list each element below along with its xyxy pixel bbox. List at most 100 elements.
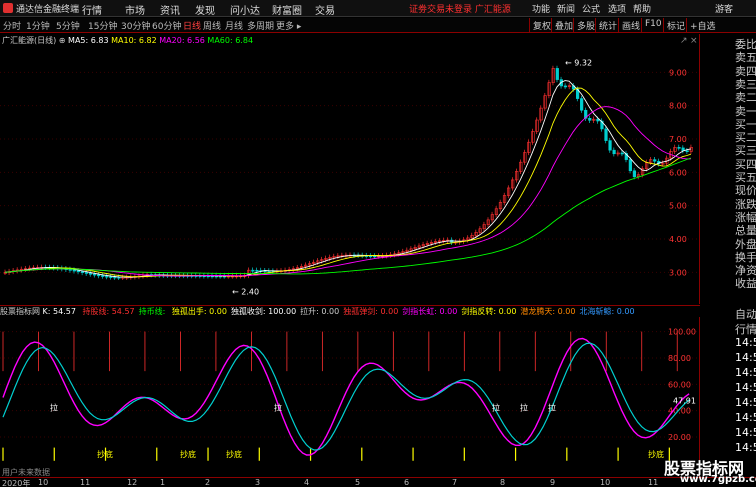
date-label: 11 (80, 478, 91, 487)
date-label: 11 (648, 478, 659, 487)
ma20-value: MA20: 6.56 (159, 36, 205, 45)
indicator-name[interactable]: 股票指标网 (0, 307, 40, 316)
candle-body (563, 85, 568, 88)
tool-draw[interactable]: 画线 (618, 18, 643, 32)
period-tick[interactable]: 分时 (3, 19, 21, 32)
candle-body (555, 68, 559, 80)
period-monthly[interactable]: 月线 (225, 19, 243, 32)
menu-functions[interactable]: 功能 (532, 2, 550, 15)
panel-expand-icon[interactable]: ↗ (680, 36, 688, 46)
period-1min[interactable]: 1分钟 (26, 19, 50, 32)
ma-settings-icon[interactable]: ⊕ (59, 36, 66, 45)
date-label: 12 (127, 478, 138, 487)
period-15min[interactable]: 15分钟 (88, 19, 117, 32)
period-30min[interactable]: 30分钟 (121, 19, 150, 32)
bottom-mark: 抄底 (226, 449, 242, 459)
high-annotation: ← 9.32 (565, 59, 592, 68)
date-label: 8 (500, 478, 506, 487)
indicator-line-2: 独孤出手: 0.00 (171, 307, 227, 316)
candle-body (620, 152, 624, 155)
indicator-k: K: 54.57 (42, 307, 76, 316)
bottom-mark: 抄底 (648, 449, 664, 459)
indicator-panel[interactable]: 100.00 80.00 60.00 40.00 20.00 抄底 抄底 抄底 抄底 拉 拉 拉 拉 拉 4… (0, 317, 700, 477)
indicator-line-0: 持股线: 54.57 (82, 307, 135, 316)
date-axis: 2020年 10 11 12 1 2 3 4 5 6 7 8 9 10 11 (0, 477, 756, 487)
sidebar-tick-3: 14:5 (735, 351, 756, 364)
candle-body (628, 159, 632, 172)
menu-newsfeed[interactable]: 新闻 (557, 2, 575, 15)
menu-options[interactable]: 选项 (608, 2, 626, 15)
date-label: 4 (304, 478, 310, 487)
price-tick-label: 9.00 (669, 68, 687, 77)
price-tick-label: 3.00 (669, 268, 687, 277)
menu-formula[interactable]: 公式 (582, 2, 600, 15)
tool-f10[interactable]: F10 (641, 18, 665, 32)
panel-close-icon[interactable]: × (690, 36, 698, 46)
menu-trade[interactable]: 交易 (315, 2, 335, 17)
pull-mark: 拉 (50, 403, 58, 413)
indicator-line-6: 剑指长虹: 0.00 (402, 307, 458, 316)
period-multi[interactable]: 多周期 (247, 19, 274, 32)
candle-body (632, 170, 637, 177)
period-more[interactable]: 更多 ▸ (276, 19, 301, 32)
tool-add-favorite[interactable]: +自选 (686, 18, 719, 32)
candle-body (92, 273, 97, 276)
sidebar-tick-8: 14:5 (735, 426, 756, 439)
menu-quotes[interactable]: 行情 (82, 2, 102, 17)
menu-discover[interactable]: 发现 (195, 2, 215, 17)
kline-panel[interactable]: 9.00 8.00 7.00 6.00 5.00 4.00 3.00 ← 9.32 ← 2.40… (0, 34, 700, 304)
ma10-line (4, 87, 692, 278)
date-label: 10 (600, 478, 611, 487)
cash-line (2, 342, 690, 451)
period-60min[interactable]: 60分钟 (152, 19, 181, 32)
candle-body (97, 274, 101, 277)
menu-help[interactable]: 帮助 (633, 2, 651, 15)
candle-body (612, 149, 616, 155)
date-label: 2020年 (2, 479, 31, 487)
sidebar-label-18: 收益 (735, 277, 756, 291)
sidebar-tick-0: 自动 (735, 308, 756, 321)
price-tick-label: 8.00 (669, 102, 687, 111)
period-weekly[interactable]: 周线 (203, 19, 221, 32)
period-5min[interactable]: 5分钟 (56, 19, 80, 32)
bottom-mark: 抄底 (97, 449, 113, 459)
watermark-url: www.7gpzb.com (680, 474, 756, 485)
candle-body (251, 269, 255, 272)
ma-legend: 广汇能源(日线) ⊕ MA5: 6.83 MA10: 6.82 MA20: 6.… (2, 35, 253, 46)
candle-body (105, 275, 109, 278)
sidebar-tick-2: 14:5 (735, 336, 756, 349)
ma10-value: MA10: 6.82 (111, 36, 157, 45)
date-label: 9 (550, 478, 556, 487)
app-title: 通达信金融终端 (16, 5, 80, 15)
menu-news[interactable]: 资讯 (160, 2, 180, 17)
candle-body (604, 128, 608, 141)
user-guest[interactable]: 游客 (715, 2, 733, 15)
date-label: 3 (255, 478, 261, 487)
menu-ask[interactable]: 问小达 (230, 2, 260, 17)
tool-stats[interactable]: 统计 (595, 18, 620, 32)
sidebar-tick-1: 行情 (735, 323, 756, 336)
candle-body (608, 140, 612, 151)
date-label: 6 (404, 478, 410, 487)
candle-body (113, 276, 117, 279)
sidebar-tick-4: 14:5 (735, 366, 756, 379)
candle-body (76, 270, 80, 273)
top-menu-bar: 通达信金融终端 行情 市场 资讯 发现 问小达 财富圈 交易 证劵交易未登录 广… (0, 0, 756, 17)
quote-sidebar: 委比 卖五 卖四 卖三 卖二 卖一 买一 买二 买三 买四 买五 现价 涨跌 涨幅 总量 外盘 换手 净资 收益 (733, 34, 756, 304)
candle-body (588, 118, 592, 121)
candle-body (677, 147, 681, 149)
menu-market[interactable]: 市场 (125, 2, 145, 17)
low-annotation: ← 2.40 (232, 287, 259, 296)
indicator-current-value: 47.91 (673, 396, 696, 405)
period-daily[interactable]: 日线 (183, 19, 201, 32)
pull-mark: 拉 (548, 403, 556, 413)
login-status[interactable]: 证劵交易未登录 广汇能源 (409, 2, 511, 15)
period-toolbar: 分时 1分钟 5分钟 15分钟 30分钟 60分钟 日线 周线 月线 多周期 更… (0, 18, 756, 33)
menu-wealth[interactable]: 财富圈 (272, 2, 302, 17)
indicator-legend: 股票指标网 K: 54.57 持股线: 54.57 持币线: 独孤出手: 0.00… (0, 305, 700, 317)
candle-body (653, 159, 657, 162)
indicator-line-1: 持币线: (138, 307, 168, 316)
candle-body (84, 272, 89, 274)
sidebar-tick-7: 14:5 (735, 411, 756, 424)
tool-mark[interactable]: 标记 (663, 18, 688, 32)
